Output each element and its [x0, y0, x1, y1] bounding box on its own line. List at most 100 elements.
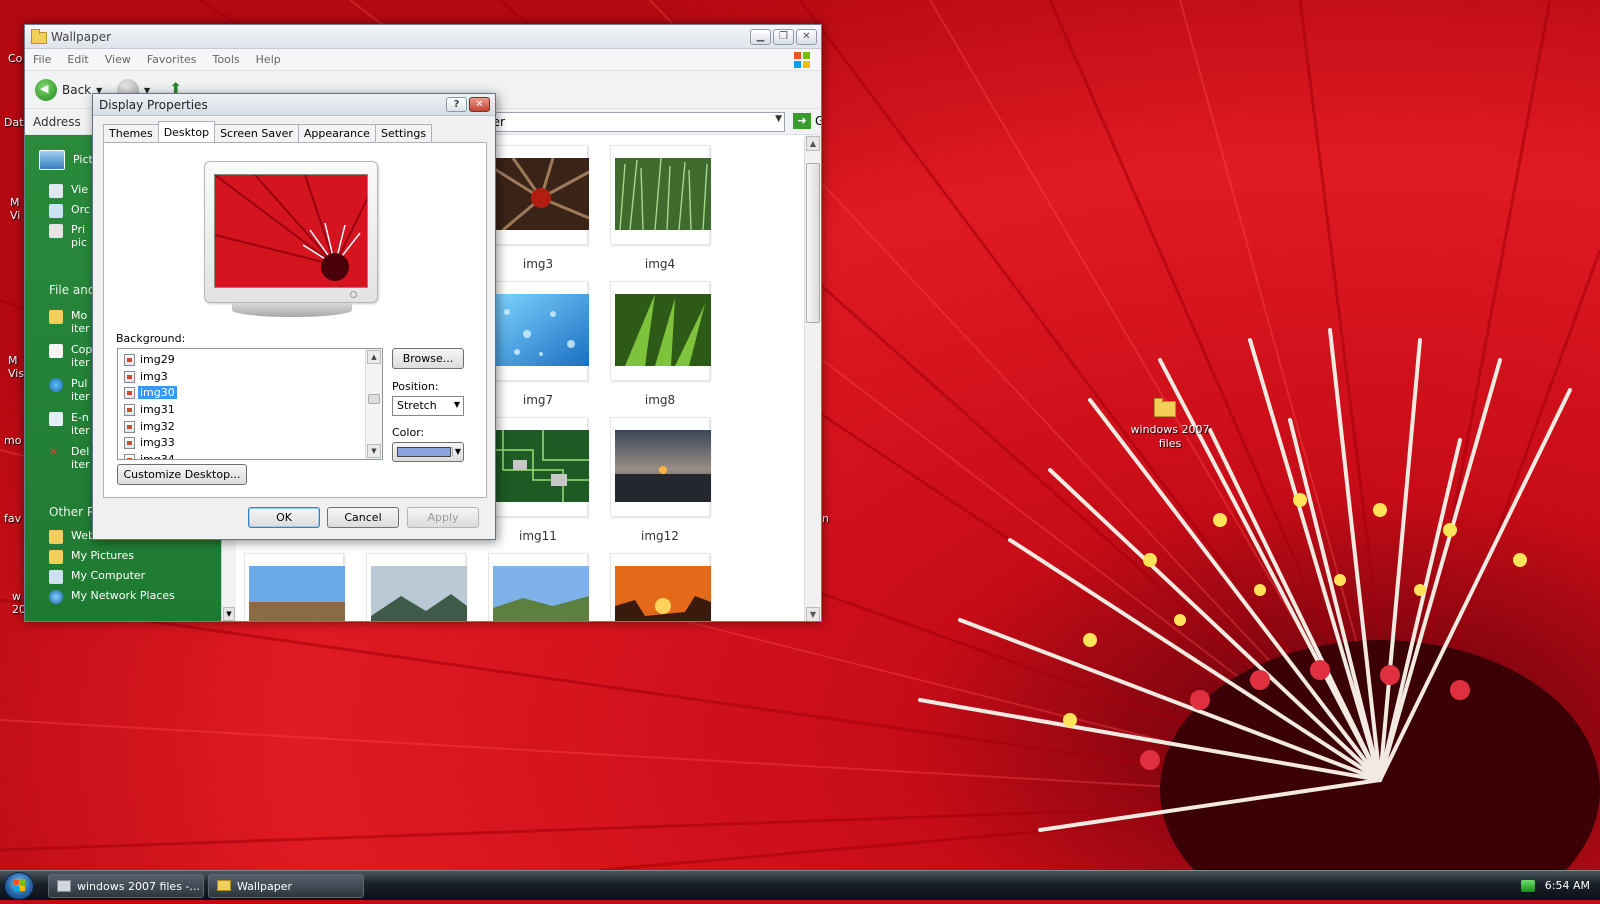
menu-help[interactable]: Help [248, 49, 289, 66]
go-button[interactable]: ➜ Go [793, 113, 821, 129]
minimize-button[interactable]: ▁ [750, 29, 771, 45]
desktop-edge-label[interactable]: M Vi [10, 196, 24, 222]
thumbnail-lake[interactable] [488, 553, 589, 621]
background-item[interactable]: img34 [124, 452, 177, 459]
sidebar-item-order[interactable]: Orc [49, 203, 90, 218]
background-label: Background: [116, 332, 186, 345]
background-item[interactable]: img32 [124, 419, 177, 434]
sidebar-item-my-computer[interactable]: My Computer [49, 569, 145, 584]
desktop-edge-label[interactable]: fav [4, 512, 21, 525]
menu-view[interactable]: View [97, 49, 139, 66]
tab-settings[interactable]: Settings [374, 124, 433, 142]
image-file-icon [124, 353, 135, 366]
close-button[interactable]: ✕ [796, 29, 817, 45]
start-button[interactable] [4, 872, 34, 900]
address-label: Address [33, 115, 81, 129]
explorer-titlebar[interactable]: Wallpaper ▁ ❐ ✕ [25, 25, 821, 49]
thumbnail-img7[interactable] [488, 281, 589, 381]
color-picker-button[interactable]: ▼ [392, 442, 464, 462]
scroll-down-arrow-icon[interactable]: ▼ [806, 607, 820, 621]
thumbnail-landscape[interactable] [244, 553, 345, 621]
ok-button[interactable]: OK [248, 507, 320, 528]
desktop-edge-label[interactable]: n [822, 512, 829, 525]
background-item-selected[interactable]: img30 [124, 385, 177, 400]
close-button[interactable]: ✕ [469, 97, 490, 112]
menu-tools[interactable]: Tools [205, 49, 248, 66]
sidebar-item-delete[interactable]: ✕ Del iter [49, 445, 93, 471]
sidebar-item-move[interactable]: Mo iter [49, 309, 93, 335]
explorer-window-icon [57, 880, 71, 892]
sidebar-item-web[interactable]: Web [49, 529, 95, 544]
scroll-down-arrow-icon[interactable]: ▼ [223, 607, 235, 621]
thumbnail-image [615, 430, 711, 502]
file-folder-tasks-heading[interactable]: File and [49, 283, 95, 297]
thumbnail-image [371, 566, 467, 621]
thumbnail-img12[interactable] [610, 417, 711, 517]
scroll-up-arrow-icon[interactable]: ▲ [367, 350, 381, 364]
cancel-button[interactable]: Cancel [327, 507, 399, 528]
email-icon [49, 412, 63, 426]
desktop-edge-label[interactable]: Co [8, 52, 22, 65]
menu-favorites[interactable]: Favorites [139, 49, 205, 66]
chevron-down-icon[interactable]: ▼ [775, 114, 782, 124]
background-listbox[interactable]: img29 img3 img30 img31 img32 img33 img34… [117, 348, 383, 460]
desktop-icon-label: windows 2007 files [1130, 423, 1210, 450]
background-list-scrollbar[interactable]: ▲ ▼ [365, 349, 382, 459]
image-file-icon [124, 453, 135, 459]
desktop-edge-label[interactable]: M Vis [8, 354, 24, 380]
scroll-up-arrow-icon[interactable]: ▲ [806, 136, 820, 151]
network-status-icon[interactable] [1520, 879, 1535, 892]
picture-tasks-header[interactable]: Pict [39, 149, 93, 170]
sidebar-item-email[interactable]: E-n iter [49, 411, 93, 437]
customize-desktop-button[interactable]: Customize Desktop... [117, 464, 247, 485]
browse-button[interactable]: Browse... [392, 348, 464, 369]
windows-logo-icon [794, 52, 810, 68]
thumbnail-img3[interactable] [488, 145, 589, 245]
thumbnail-img11[interactable] [488, 417, 589, 517]
other-places-heading[interactable]: Other P [49, 505, 94, 519]
background-item[interactable]: img33 [124, 435, 177, 450]
position-select[interactable]: Stretch ▼ [392, 396, 464, 416]
clock[interactable]: 6:54 AM [1545, 879, 1590, 892]
tab-screen-saver[interactable]: Screen Saver [214, 124, 299, 142]
menu-edit[interactable]: Edit [59, 49, 96, 66]
desktop-edge-label[interactable]: Dat [4, 116, 24, 129]
taskbar-button-wallpaper[interactable]: Wallpaper [208, 874, 364, 898]
background-item[interactable]: img29 [124, 352, 177, 367]
sidebar-item-copy[interactable]: Cop iter [49, 343, 93, 369]
help-button[interactable]: ? [446, 97, 467, 112]
thumbnail-view-scrollbar[interactable]: ▲ ▼ [804, 135, 821, 621]
thumbnail-mountains[interactable] [366, 553, 467, 621]
desktop-edge-label[interactable]: mo [4, 434, 21, 447]
maximize-button[interactable]: ❐ [773, 29, 794, 45]
address-input[interactable]: per ▼ [480, 112, 785, 132]
sidebar-item-my-network-places[interactable]: My Network Places [49, 589, 175, 604]
go-label: Go [815, 114, 821, 128]
scroll-down-arrow-icon[interactable]: ▼ [367, 444, 381, 458]
taskbar-button-windows-2007-files[interactable]: windows 2007 files -... [48, 874, 204, 898]
scrollbar-thumb[interactable] [806, 163, 820, 323]
desktop-edge-label[interactable]: w 20 [12, 590, 26, 616]
thumbnail-label: img3 [522, 257, 554, 271]
scrollbar-thumb[interactable] [368, 394, 380, 404]
my-pictures-icon [49, 550, 63, 564]
tab-appearance[interactable]: Appearance [297, 124, 376, 142]
folder-icon [1154, 398, 1176, 417]
pictures-icon [39, 150, 65, 170]
sidebar-item-view[interactable]: Vie [49, 183, 88, 198]
background-item[interactable]: img31 [124, 402, 177, 417]
dialog-titlebar[interactable]: Display Properties ? ✕ [93, 94, 495, 116]
sidebar-item-print[interactable]: Pri pic [49, 223, 93, 249]
tab-desktop[interactable]: Desktop [157, 121, 216, 142]
menu-file[interactable]: File [25, 49, 59, 66]
thumbnail-sunset-rocks[interactable] [610, 553, 711, 621]
monitor-stand [232, 303, 352, 317]
sidebar-item-publish[interactable]: Pul iter [49, 377, 93, 403]
desktop-folder-icon-windows-2007-files[interactable]: windows 2007 files [1130, 395, 1210, 451]
background-item[interactable]: img3 [124, 369, 170, 384]
sidebar-item-my-pictures[interactable]: My Pictures [49, 549, 134, 564]
thumbnail-img4[interactable] [610, 145, 711, 245]
thumbnail-img8[interactable] [610, 281, 711, 381]
apply-button[interactable]: Apply [407, 507, 479, 528]
tab-themes[interactable]: Themes [103, 124, 159, 142]
